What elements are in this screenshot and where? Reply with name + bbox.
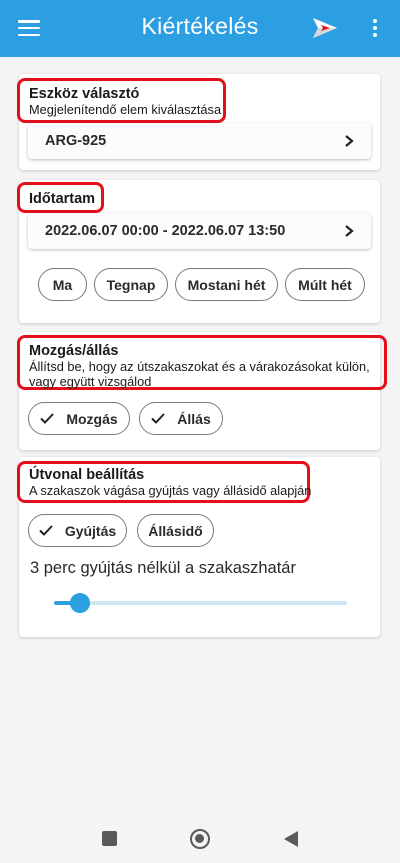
slider-thumb[interactable] — [70, 593, 91, 613]
chip-ignition-label: Gyújtás — [64, 522, 117, 539]
recents-icon[interactable] — [102, 831, 117, 846]
slider-label: 3 perc gyújtás nélkül a szakaszhatár — [30, 559, 296, 577]
chevron-right-icon — [345, 135, 354, 147]
duration-section-title: Időtartam — [29, 191, 96, 207]
chip-motion-label: Mozgás — [66, 410, 118, 427]
chip-stop-time[interactable]: Állásidő — [137, 514, 214, 547]
device-section-subtitle: Megjelenítendő elem kiválasztása — [29, 102, 222, 117]
app-bar: Kiértékelés — [0, 0, 400, 57]
check-icon — [151, 413, 165, 424]
duration-selector[interactable]: 2022.06.07 00:00 - 2022.06.07 13:50 — [28, 213, 371, 249]
back-icon[interactable] — [283, 830, 299, 848]
motion-section-subtitle-line2: vagy együtt vizsgálod — [29, 374, 152, 389]
check-icon — [40, 413, 55, 424]
chip-stop-label: Állás — [177, 410, 211, 427]
chip-motion[interactable]: Mozgás — [28, 402, 130, 435]
page-title: Kiértékelés — [141, 13, 259, 39]
duration-range-value: 2022.06.07 00:00 - 2022.06.07 13:50 — [45, 223, 286, 239]
motion-card: Mozgás/állás Állítsd be, hogy az útszaka… — [17, 332, 387, 450]
send-icon[interactable] — [312, 17, 338, 39]
route-section-subtitle: A szakaszok vágása gyújtás vagy állásidő… — [29, 483, 312, 498]
chevron-right-icon — [345, 225, 354, 237]
chip-last-week[interactable]: Múlt hét — [285, 268, 365, 301]
chip-stop[interactable]: Állás — [139, 402, 223, 435]
check-icon — [39, 525, 53, 536]
chip-today[interactable]: Ma — [38, 268, 87, 301]
motion-section-title: Mozgás/állás — [29, 343, 119, 359]
chip-this-week[interactable]: Mostani hét — [175, 268, 278, 301]
device-selected-value: ARG-925 — [45, 133, 107, 149]
route-section-title: Útvonal beállítás — [29, 467, 145, 483]
home-icon[interactable] — [190, 829, 210, 849]
device-selector[interactable]: ARG-925 — [28, 123, 371, 159]
more-vert-icon[interactable] — [369, 17, 381, 39]
motion-section-subtitle-line1: Állítsd be, hogy az útszakaszokat és a v… — [29, 359, 370, 374]
duration-card: Időtartam 2022.06.07 00:00 - 2022.06.07 … — [17, 180, 380, 323]
chip-ignition[interactable]: Gyújtás — [28, 514, 127, 547]
route-card: Útvonal beállítás A szakaszok vágása gyú… — [17, 457, 380, 637]
device-card: Eszköz választó Megjelenítendő elem kivá… — [17, 74, 380, 170]
device-section-title: Eszköz választó — [29, 86, 140, 102]
system-nav-bar — [0, 815, 400, 863]
chip-yesterday[interactable]: Tegnap — [94, 268, 168, 301]
slider-track[interactable] — [54, 601, 347, 605]
